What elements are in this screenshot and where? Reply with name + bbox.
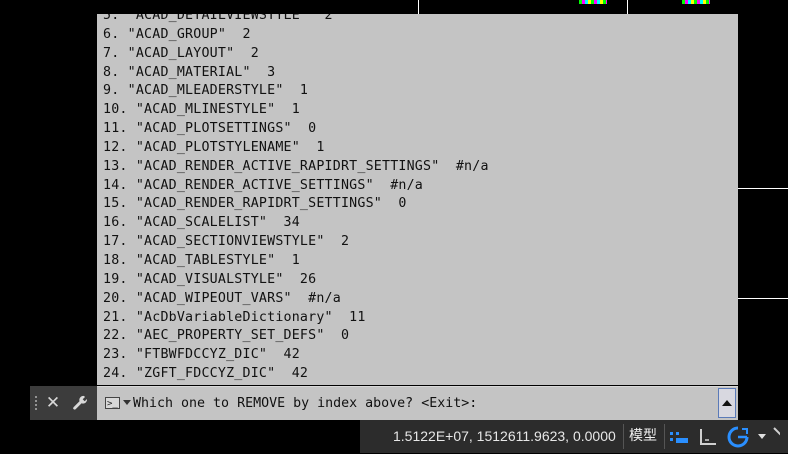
canvas-line (738, 298, 788, 299)
canvas-line (418, 0, 419, 14)
history-line: 18. "ACAD_TABLESTYLE" 1 (103, 252, 300, 268)
canvas-marker (682, 0, 710, 4)
chevron-down-icon[interactable] (123, 400, 131, 405)
history-line: 11. "ACAD_PLOTSETTINGS" 0 (103, 121, 317, 137)
history-line: 12. "ACAD_PLOTSTYLENAME" 1 (103, 139, 325, 155)
history-line: 21. "AcDbVariableDictionary" 11 (103, 309, 366, 325)
command-history-list: 5. "ACAD_DETAILVIEWSTYLE" 2 6. "ACAD_GROU… (103, 14, 738, 384)
drag-handle[interactable] (34, 395, 38, 411)
polar-tracking-icon[interactable] (725, 424, 751, 450)
history-line: 14. "ACAD_RENDER_ACTIVE_SETTINGS" #n/a (103, 177, 424, 193)
grid-snap-icon[interactable] (666, 424, 692, 450)
history-line: 7. "ACAD_LAYOUT" 2 (103, 45, 259, 61)
history-line: 20. "ACAD_WIPEOUT_VARS" #n/a (103, 290, 341, 306)
divider (623, 424, 624, 449)
history-line: 9. "ACAD_MLEADERSTYLE" 1 (103, 83, 309, 99)
history-line: 15. "ACAD_RENDER_RAPIDRT_SETTINGS" 0 (103, 196, 407, 212)
divider (664, 424, 665, 449)
canvas-line (627, 0, 628, 14)
history-line: 17. "ACAD_SECTIONVIEWSTYLE" 2 (103, 234, 350, 250)
close-icon[interactable]: ✕ (43, 393, 63, 413)
history-scroll-up-button[interactable] (718, 388, 736, 418)
history-line: 22. "AEC_PROPERTY_SET_DEFS" 0 (103, 328, 350, 344)
history-line: 10. "ACAD_MLINESTYLE" 1 (103, 102, 300, 118)
canvas-line (738, 188, 788, 189)
history-line: 24. "ZGFT_FDCCYZ_DIC" 42 (103, 366, 309, 382)
history-line: 5. "ACAD_DETAILVIEWSTYLE" 2 (103, 14, 333, 23)
command-prompt-icon[interactable]: >_ (105, 397, 120, 409)
history-line: 23. "FTBWFDCCYZ_DIC" 42 (103, 347, 300, 363)
dropdown-arrow-icon[interactable] (754, 424, 785, 450)
history-line: 19. "ACAD_VISUALSTYLE" 26 (103, 271, 317, 287)
ortho-icon[interactable] (695, 424, 721, 450)
wrench-icon[interactable] (70, 393, 90, 413)
command-line-toolbar: ✕ (30, 386, 97, 420)
model-space-button[interactable]: 模型 (626, 420, 660, 453)
history-line: 16. "ACAD_SCALELIST" 34 (103, 215, 300, 231)
command-history-panel[interactable]: 5. "ACAD_DETAILVIEWSTYLE" 2 6. "ACAD_GROU… (97, 14, 738, 385)
history-line: 8. "ACAD_MATERIAL" 3 (103, 64, 276, 80)
history-line: 6. "ACAD_GROUP" 2 (103, 26, 251, 42)
coordinate-readout[interactable]: 1.5122E+07, 1512611.9623, 0.0000 (393, 420, 616, 453)
history-line: 13. "ACAD_RENDER_ACTIVE_RAPIDRT_SETTINGS… (103, 158, 489, 174)
command-line-input[interactable]: >_ Which one to REMOVE by index above? <… (97, 386, 738, 421)
command-prompt-text: Which one to REMOVE by index above? <Exi… (133, 396, 486, 411)
canvas-marker (579, 0, 607, 4)
